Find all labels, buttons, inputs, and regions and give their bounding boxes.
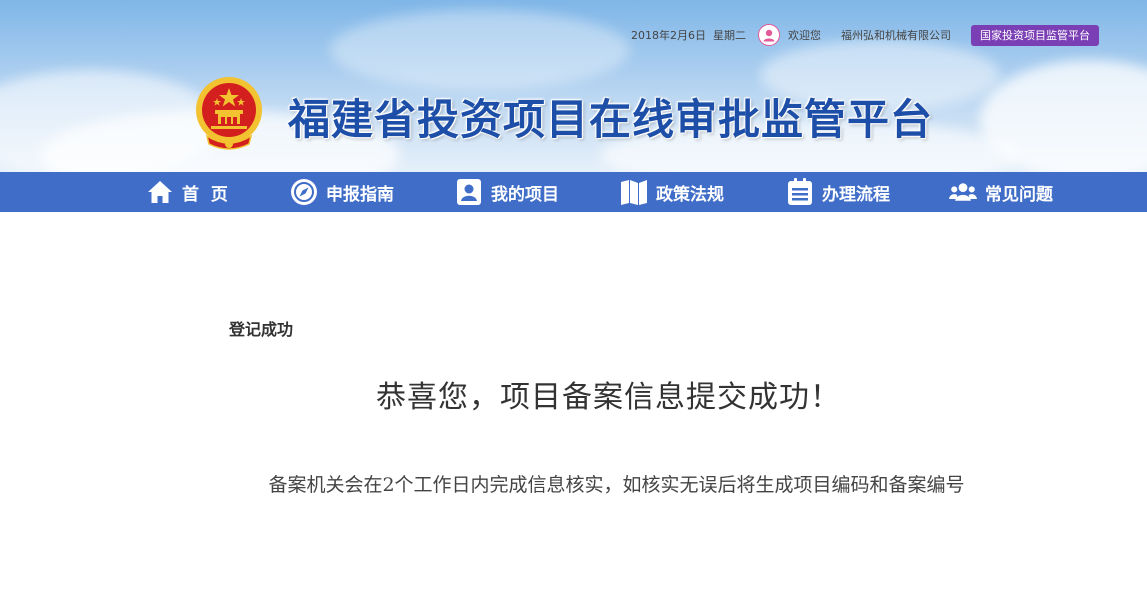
nav-item-home[interactable]: 首 页	[146, 172, 228, 212]
nav-label: 申报指南	[326, 184, 394, 205]
compass-icon	[290, 178, 318, 206]
cloud-decoration	[330, 10, 630, 90]
weekday-text: 星期二	[713, 29, 746, 42]
users-icon	[949, 178, 977, 206]
company-name[interactable]: 福州弘和机械有限公司	[841, 27, 951, 43]
nav-item-faq[interactable]: 常见问题	[949, 172, 1053, 212]
top-info-bar: 2018年2月6日 星期二 欢迎您 福州弘和机械有限公司 国家投资项目监管平台	[631, 24, 1099, 46]
nav-item-policy[interactable]: 政策法规	[620, 172, 724, 212]
site-title[interactable]: 福建省投资项目在线审批监管平台	[288, 86, 933, 147]
header-banner: 2018年2月6日 星期二 欢迎您 福州弘和机械有限公司 国家投资项目监管平台	[0, 0, 1147, 172]
nav-label: 常见问题	[985, 184, 1053, 205]
current-date: 2018年2月6日 星期二	[631, 27, 746, 43]
section-label: 登记成功	[229, 320, 294, 339]
user-card-icon	[455, 178, 483, 206]
nav-item-process[interactable]: 办理流程	[786, 172, 890, 212]
nav-label: 办理流程	[822, 184, 890, 205]
welcome-text: 欢迎您	[788, 29, 821, 42]
nav-label: 政策法规	[656, 184, 724, 205]
nav-item-my-projects[interactable]: 我的项目	[455, 172, 559, 212]
user-avatar-icon[interactable]	[758, 24, 780, 46]
nav-label: 我的项目	[491, 184, 559, 205]
success-description: 备案机关会在2个工作日内完成信息核实，如核实无误后将生成项目编码和备案编号	[268, 474, 965, 496]
national-platform-button[interactable]: 国家投资项目监管平台	[971, 24, 1099, 46]
main-nav: 首 页 申报指南 我的项目 政策法规 办理流程 常见问题	[0, 172, 1147, 212]
nav-item-guide[interactable]: 申报指南	[290, 172, 394, 212]
home-icon	[146, 178, 174, 206]
date-text: 2018年2月6日	[631, 29, 706, 42]
book-map-icon	[620, 178, 648, 206]
national-emblem-icon	[193, 74, 265, 152]
nav-label: 首 页	[182, 184, 228, 205]
clipboard-list-icon	[786, 178, 814, 206]
success-title: 恭喜您，项目备案信息提交成功！	[376, 380, 841, 415]
